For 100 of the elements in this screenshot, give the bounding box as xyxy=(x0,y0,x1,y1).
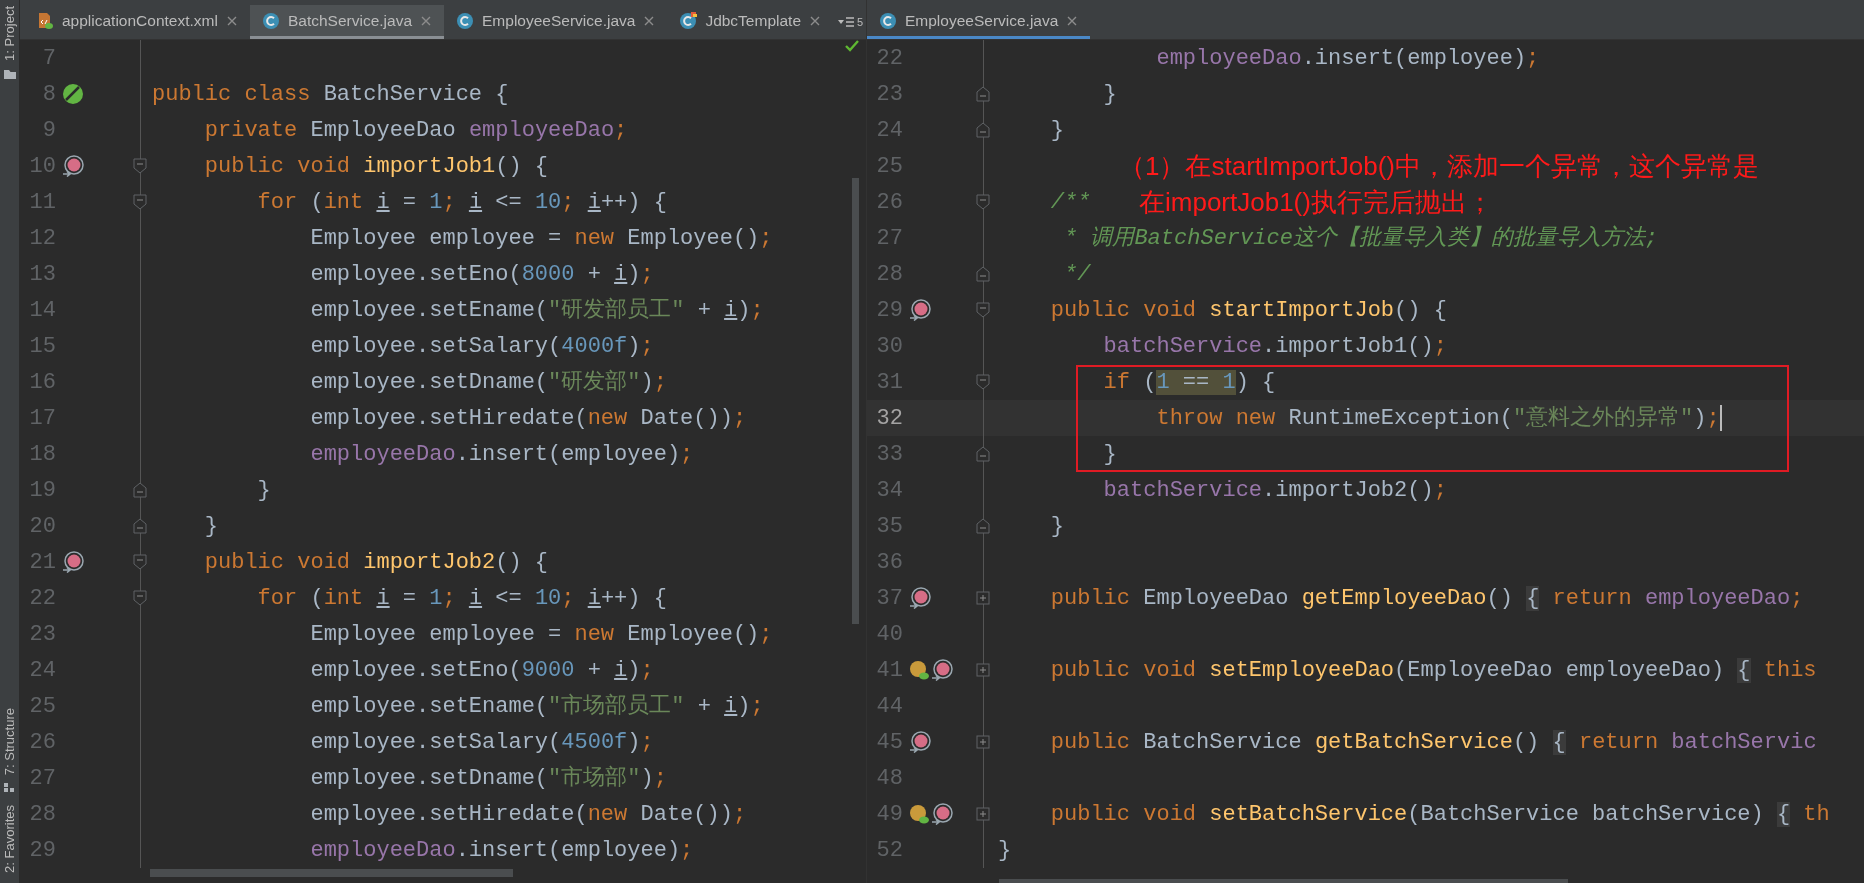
collapse-icon[interactable] xyxy=(976,446,990,462)
close-icon[interactable] xyxy=(643,14,656,27)
hidden-tab-count[interactable]: 5 xyxy=(857,13,864,31)
line-number: 24 xyxy=(875,116,903,145)
code-line: public void importJob1() { xyxy=(203,152,549,181)
line-number: 25 xyxy=(875,152,903,181)
code-line: throw new RuntimeException("意料之外的异常"); xyxy=(1155,403,1722,433)
collapse-icon[interactable] xyxy=(976,122,990,138)
code-line: employee.setEno(8000 + i); xyxy=(309,260,654,289)
scrollbar-thumb[interactable] xyxy=(852,178,859,624)
line-number: 34 xyxy=(875,476,903,505)
line-number: 22 xyxy=(28,584,56,613)
collapse-icon[interactable] xyxy=(976,86,990,102)
xml-file-icon xyxy=(36,11,54,30)
line-number: 41 xyxy=(875,656,903,685)
line-number: 29 xyxy=(28,836,56,865)
line-number: 7 xyxy=(41,44,56,73)
annotation-text: 在importJob1()执行完后抛出； xyxy=(1139,186,1493,219)
line-number: 40 xyxy=(875,620,903,649)
tool-window-tab[interactable]: 2: Favorites xyxy=(0,805,20,873)
code-line: } xyxy=(998,836,1012,865)
expand-icon[interactable] xyxy=(976,807,990,821)
collapse-icon[interactable] xyxy=(976,374,990,390)
collapse-icon[interactable] xyxy=(133,554,147,570)
expand-icon[interactable] xyxy=(976,591,990,605)
code-line: } xyxy=(1102,80,1117,109)
method-marker-icon[interactable] xyxy=(909,299,931,321)
line-number: 8 xyxy=(41,80,56,109)
code-line: */ xyxy=(1063,260,1091,289)
expand-icon[interactable] xyxy=(976,735,990,749)
line-number: 21 xyxy=(28,548,56,577)
method-marker-icon[interactable] xyxy=(909,731,931,753)
code-line: batchService.importJob2(); xyxy=(1102,476,1447,505)
code-line: public EmployeeDao getEmployeeDao() { return employeeDao; xyxy=(1049,584,1804,613)
method-marker-icon[interactable] xyxy=(931,659,953,681)
line-number: 31 xyxy=(875,368,903,397)
line-number: 36 xyxy=(875,548,903,577)
collapse-icon[interactable] xyxy=(976,302,990,318)
code-line: private EmployeeDao employeeDao; xyxy=(203,116,628,145)
line-number: 26 xyxy=(875,188,903,217)
line-number: 25 xyxy=(28,692,56,721)
line-number: 44 xyxy=(875,692,903,721)
class-icon xyxy=(879,11,897,30)
line-number: 10 xyxy=(28,152,56,181)
close-icon[interactable] xyxy=(420,14,432,27)
class-icon xyxy=(456,11,474,30)
tool-window-tab[interactable]: 1: Project xyxy=(0,6,20,61)
code-line: public void setBatchService(BatchService batchService) { th xyxy=(1049,800,1830,829)
collapse-icon[interactable] xyxy=(133,194,147,210)
close-icon[interactable] xyxy=(225,14,238,27)
expand-icon[interactable] xyxy=(976,663,990,677)
bean-icon[interactable] xyxy=(62,83,84,105)
method-marker-icon[interactable] xyxy=(62,155,84,177)
code-line: employee.setSalary(4000f); xyxy=(309,332,654,361)
line-number: 14 xyxy=(28,296,56,325)
property-marker-icon[interactable] xyxy=(909,804,929,824)
code-line: * 调用BatchService这个【批量导入类】的批量导入方法; xyxy=(1063,224,1659,253)
line-number: 33 xyxy=(875,440,903,469)
class-icon xyxy=(679,11,698,30)
collapse-icon[interactable] xyxy=(133,518,147,534)
class-icon xyxy=(261,11,280,30)
scrollbar-thumb[interactable] xyxy=(150,869,513,877)
close-icon[interactable] xyxy=(809,14,821,27)
code-line: employee.setDname("市场部"); xyxy=(309,764,667,793)
collapse-icon[interactable] xyxy=(976,266,990,282)
annotation-text: （1）在startImportJob()中，添加一个异常，这个异常是 xyxy=(1119,150,1759,183)
collapse-icon[interactable] xyxy=(976,194,990,210)
line-number: 37 xyxy=(875,584,903,613)
editor-tab[interactable]: BatchService.java xyxy=(249,5,444,39)
collapse-icon[interactable] xyxy=(976,518,990,534)
line-number: 28 xyxy=(875,260,903,289)
code-line: } xyxy=(1102,440,1117,469)
code-line: employee.setDname("研发部"); xyxy=(309,368,667,397)
tab-list-icon[interactable] xyxy=(837,15,855,29)
line-number: 23 xyxy=(28,620,56,649)
line-number: 15 xyxy=(28,332,56,361)
property-marker-icon[interactable] xyxy=(909,660,929,680)
code-line: } xyxy=(203,512,218,541)
line-number: 18 xyxy=(28,440,56,469)
tool-window-tab[interactable]: 7: Structure xyxy=(0,707,20,776)
line-number: 48 xyxy=(875,764,903,793)
method-marker-icon[interactable] xyxy=(931,803,953,825)
code-line: for (int i = 1; i <= 10; i++) { xyxy=(256,188,667,217)
method-marker-icon[interactable] xyxy=(62,551,84,573)
collapse-icon[interactable] xyxy=(133,482,147,498)
close-icon[interactable] xyxy=(1066,14,1079,27)
line-number: 13 xyxy=(28,260,56,289)
line-number: 28 xyxy=(28,800,56,829)
line-number: 19 xyxy=(28,476,56,505)
code-line: employeeDao.insert(employee); xyxy=(309,440,694,469)
line-number: 23 xyxy=(875,80,903,109)
code-line: } xyxy=(1049,512,1064,541)
collapse-icon[interactable] xyxy=(133,158,147,174)
line-number: 22 xyxy=(875,44,903,73)
check-icon xyxy=(844,40,860,52)
collapse-icon[interactable] xyxy=(133,590,147,606)
method-marker-icon[interactable] xyxy=(909,587,931,609)
code-line: employee.setHiredate(new Date()); xyxy=(309,800,747,829)
code-line: } xyxy=(1049,116,1064,145)
line-number: 29 xyxy=(875,296,903,325)
